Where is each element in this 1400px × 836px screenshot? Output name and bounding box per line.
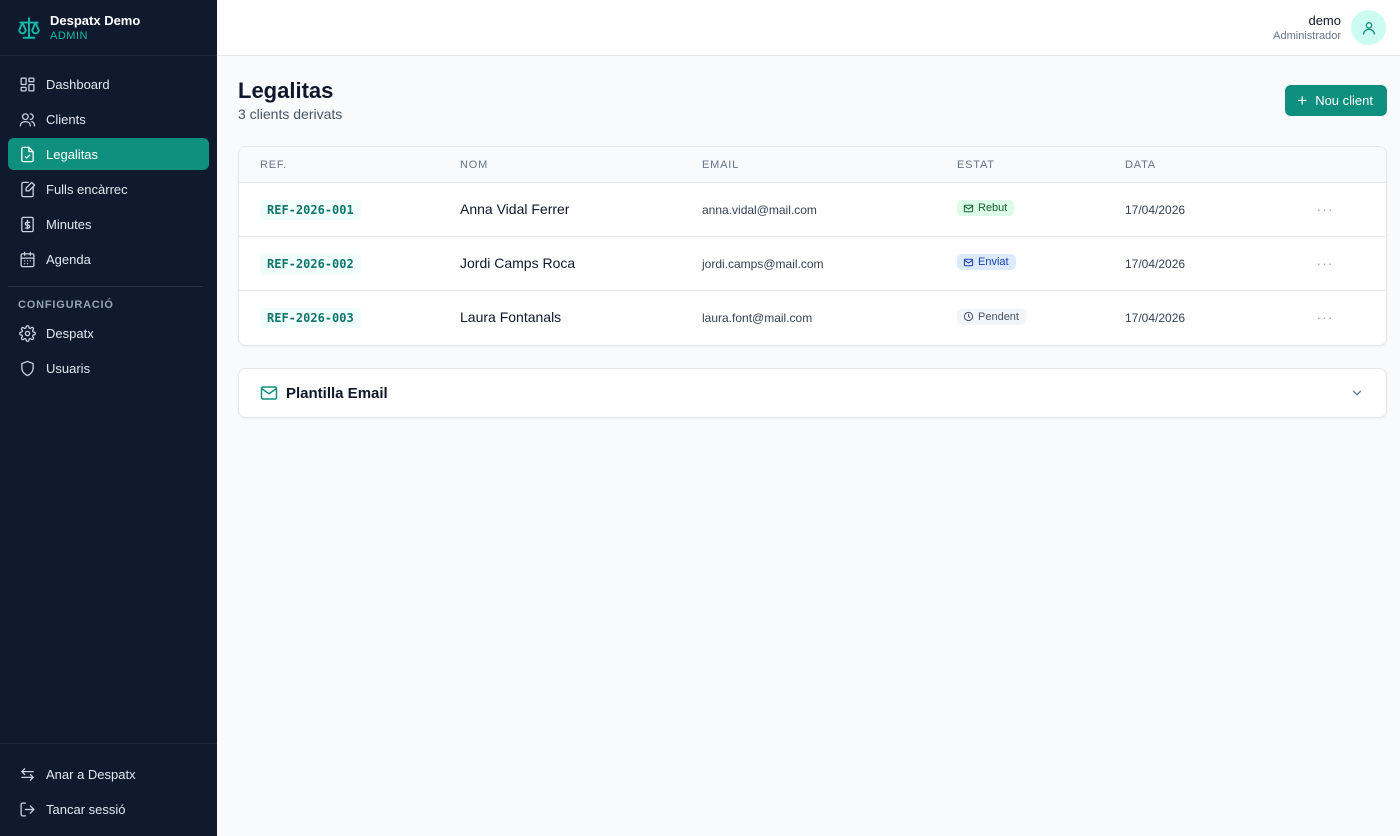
table-row[interactable]: REF-2026-003 Laura Fontanals laura.font@… <box>239 291 1386 345</box>
page-title: Legalitas <box>238 78 334 103</box>
mail-icon <box>963 258 974 266</box>
swap-arrows-icon <box>18 765 36 783</box>
header-ref: REF. <box>260 158 288 171</box>
config-nav: Despatx Usuaris <box>0 317 217 384</box>
nav-label: Despatx <box>46 325 94 341</box>
section-label-configuracio: CONFIGURACIÓ <box>18 299 114 311</box>
users-icon <box>18 110 36 128</box>
status-label: Rebut <box>978 202 1008 215</box>
divider <box>8 286 203 287</box>
plus-icon: + <box>1297 91 1308 110</box>
row-date: 17/04/2026 <box>1125 202 1186 217</box>
user-name: demo <box>1308 12 1341 28</box>
new-client-label: Nou client <box>1315 93 1373 108</box>
ref-code: REF-2026-001 <box>260 199 361 220</box>
email-template-panel[interactable]: Plantilla Email <box>238 368 1387 418</box>
nav-item-despatx[interactable]: Despatx <box>8 317 209 349</box>
header-data: DATA <box>1125 158 1156 171</box>
client-name: Anna Vidal Ferrer <box>460 200 570 217</box>
nav-label: Tancar sessió <box>46 801 126 817</box>
scales-icon <box>16 15 42 41</box>
mail-icon <box>260 386 278 400</box>
main-content: Legalitas 3 clients derivats + Nou clien… <box>238 56 1387 418</box>
chevron-down-icon[interactable] <box>1350 386 1364 400</box>
table-header: REF. NOM EMAIL ESTAT DATA <box>239 147 1386 183</box>
brand-name: Despatx Demo <box>50 12 141 28</box>
more-options-icon[interactable]: ··· <box>1317 201 1334 217</box>
sidebar-footer: Anar a Despatx Tancar sessió <box>0 743 217 836</box>
client-email: laura.font@mail.com <box>702 311 813 325</box>
client-name: Jordi Camps Roca <box>460 254 576 271</box>
brand: Despatx Demo ADMIN <box>0 0 217 56</box>
nav-label: Clients <box>46 111 86 127</box>
more-options-icon[interactable]: ··· <box>1317 255 1334 271</box>
new-client-button[interactable]: + Nou client <box>1285 85 1387 116</box>
status-badge: Enviat <box>957 254 1016 271</box>
nav-item-dashboard[interactable]: Dashboard <box>8 68 209 100</box>
table-row[interactable]: REF-2026-002 Jordi Camps Roca jordi.camp… <box>239 237 1386 291</box>
status-label: Enviat <box>978 256 1009 269</box>
nav-item-clients[interactable]: Clients <box>8 103 209 135</box>
status-label: Pendent <box>978 310 1019 323</box>
header-estat: ESTAT <box>957 158 995 171</box>
email-template-title: Plantilla Email <box>286 384 388 402</box>
status-badge: Pendent <box>957 308 1026 325</box>
client-email: jordi.camps@mail.com <box>702 256 824 271</box>
table-row[interactable]: REF-2026-001 Anna Vidal Ferrer anna.vida… <box>239 183 1386 237</box>
mail-open-icon <box>963 204 974 212</box>
row-date: 17/04/2026 <box>1125 256 1186 271</box>
more-options-icon[interactable]: ··· <box>1317 309 1334 325</box>
nav-label: Legalitas <box>46 146 99 162</box>
shield-icon <box>18 359 36 377</box>
nav-item-anar-a-despatx[interactable]: Anar a Despatx <box>8 758 209 790</box>
sidebar: Despatx Demo ADMIN Dashboard Clients Leg… <box>0 0 217 836</box>
invoice-icon <box>18 215 36 233</box>
clock-icon <box>963 312 974 322</box>
page-header: Legalitas 3 clients derivats + Nou clien… <box>238 56 1387 144</box>
nav-label: Agenda <box>46 251 91 267</box>
clients-table: REF. NOM EMAIL ESTAT DATA REF-2026-001 A… <box>238 146 1387 346</box>
nav-label: Fulls encàrrec <box>46 181 128 197</box>
nav-item-legalitas[interactable]: Legalitas <box>8 138 209 170</box>
status-badge: Rebut <box>957 200 1015 217</box>
nav-item-minutes[interactable]: Minutes <box>8 208 209 240</box>
user-icon <box>1362 21 1375 35</box>
ref-code: REF-2026-002 <box>260 253 361 274</box>
nav-item-tancar-sessio[interactable]: Tancar sessió <box>8 793 209 825</box>
page-subtitle: 3 clients derivats <box>238 106 343 122</box>
nav-label: Minutes <box>46 216 92 232</box>
nav-item-usuaris[interactable]: Usuaris <box>8 352 209 384</box>
document-edit-icon <box>18 180 36 198</box>
nav-label: Usuaris <box>46 360 91 376</box>
nav-label: Anar a Despatx <box>46 766 136 782</box>
dashboard-icon <box>18 75 36 93</box>
logout-icon <box>18 800 36 818</box>
client-name: Laura Fontanals <box>460 309 562 325</box>
document-check-icon <box>18 145 36 163</box>
user-role: Administrador <box>1273 29 1341 42</box>
nav-label: Dashboard <box>46 76 110 92</box>
main-nav: Dashboard Clients Legalitas Fulls encàrr… <box>0 56 217 275</box>
calendar-icon <box>18 250 36 268</box>
row-date: 17/04/2026 <box>1125 311 1186 325</box>
header-nom: NOM <box>460 158 489 171</box>
ref-code: REF-2026-003 <box>260 308 361 328</box>
nav-item-agenda[interactable]: Agenda <box>8 243 209 275</box>
client-email: anna.vidal@mail.com <box>702 202 817 217</box>
nav-item-fulls-encarrec[interactable]: Fulls encàrrec <box>8 173 209 205</box>
gear-icon <box>18 324 36 342</box>
user-menu[interactable]: demo Administrador <box>1273 10 1386 45</box>
header-email: EMAIL <box>702 158 740 171</box>
topbar: demo Administrador <box>217 0 1400 56</box>
brand-role: ADMIN <box>50 29 88 42</box>
avatar[interactable] <box>1351 10 1386 45</box>
